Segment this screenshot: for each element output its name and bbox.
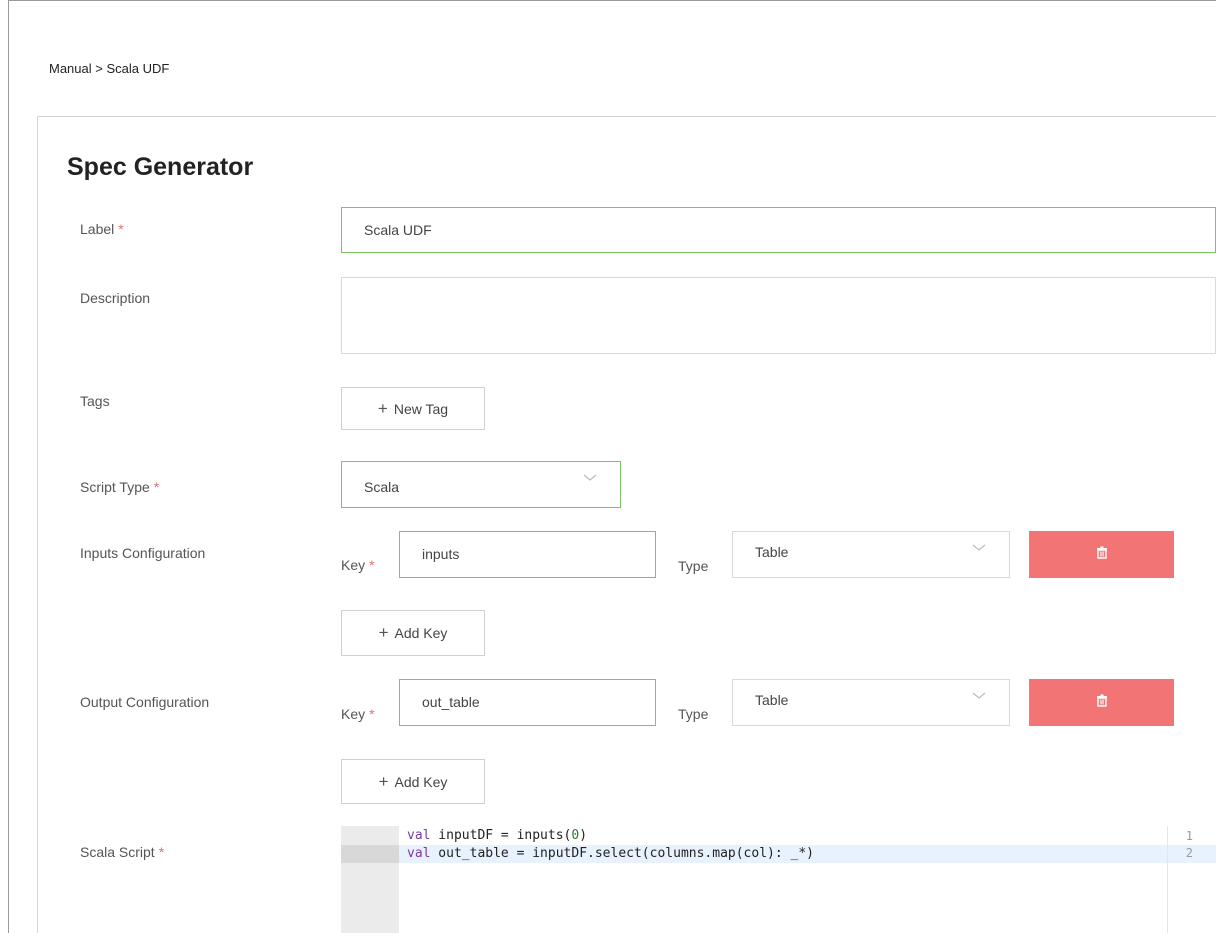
line-number: 1	[1185, 829, 1193, 843]
required-mark: *	[158, 844, 165, 860]
code-text: out_table = inputDF.select(columns.map(c…	[430, 846, 814, 861]
inputs-key-input[interactable]: inputs	[399, 531, 656, 578]
delete-output-key-button[interactable]	[1029, 679, 1174, 726]
delete-input-key-button[interactable]	[1029, 531, 1174, 578]
inputs-type-label: Type	[678, 558, 709, 574]
inputs-key-value: inputs	[422, 546, 460, 562]
inputs-add-key-label: Add Key	[394, 625, 448, 641]
chevron-down-icon	[971, 688, 987, 704]
active-line-gutter-highlight	[341, 845, 399, 863]
inputs-key-label-text: Key	[341, 557, 366, 573]
description-label: Description	[80, 290, 151, 306]
required-mark: *	[369, 557, 375, 573]
scala-script-editor[interactable]: 1 2 val inputDF = inputs(0) val out_tabl…	[341, 826, 1216, 933]
line-number: 2	[1185, 846, 1193, 860]
label-label-text: Label	[80, 221, 115, 237]
chevron-down-icon	[582, 470, 598, 486]
code-keyword: val	[407, 828, 431, 843]
inputs-key-label: Key *	[341, 557, 375, 573]
code-line: val out_table = inputDF.select(columns.m…	[407, 846, 814, 861]
outputs-type-value: Table	[755, 692, 789, 708]
inputs-type-select[interactable]: Table	[732, 531, 1010, 578]
code-keyword: val	[407, 846, 431, 861]
script-type-value: Scala	[364, 479, 400, 495]
plus-icon: +	[378, 771, 389, 791]
plus-icon: +	[377, 398, 388, 418]
label-input[interactable]: Scala UDF	[341, 207, 1216, 253]
outputs-add-key-label: Add Key	[394, 773, 448, 790]
label-input-value: Scala UDF	[364, 222, 432, 238]
inputs-add-key-button[interactable]: + Add Key	[341, 610, 485, 656]
page-title: Spec Generator	[67, 153, 254, 181]
outputs-key-value: out_table	[422, 694, 480, 710]
code-text: inputDF = inputs(	[430, 828, 572, 843]
outputs-key-label-text: Key	[341, 706, 366, 722]
required-mark: *	[153, 479, 160, 495]
script-type-label-text: Script Type	[80, 479, 150, 495]
code-text: )	[579, 828, 588, 843]
editor-gutter	[341, 826, 399, 933]
breadcrumb: Manual > Scala UDF	[49, 61, 170, 76]
outputs-type-select[interactable]: Table	[732, 679, 1010, 726]
scala-script-label-text: Scala Script	[80, 844, 155, 860]
plus-icon: +	[378, 623, 389, 642]
inputs-configuration-label: Inputs Configuration	[80, 545, 206, 561]
required-mark: *	[118, 221, 124, 237]
trash-icon	[1096, 694, 1108, 712]
inputs-type-value: Table	[755, 544, 789, 560]
outputs-key-input[interactable]: out_table	[399, 679, 656, 726]
code-line: val inputDF = inputs(0)	[407, 828, 587, 843]
new-tag-button-label: New Tag	[393, 400, 449, 417]
script-type-select[interactable]: Scala	[341, 461, 621, 508]
outputs-add-key-button[interactable]: + Add Key	[341, 759, 485, 804]
label-field-label: Label *	[80, 221, 124, 237]
tags-label: Tags	[80, 393, 110, 409]
outputs-type-label: Type	[678, 706, 709, 722]
print-margin	[1167, 826, 1168, 933]
output-configuration-label: Output Configuration	[80, 694, 210, 710]
new-tag-button[interactable]: + New Tag	[341, 387, 485, 430]
scala-script-label: Scala Script *	[80, 844, 164, 860]
chevron-down-icon	[971, 540, 987, 556]
script-type-label: Script Type *	[80, 479, 159, 495]
description-textarea[interactable]	[341, 277, 1216, 354]
required-mark: *	[369, 706, 375, 722]
trash-icon	[1096, 546, 1108, 564]
outputs-key-label: Key *	[341, 706, 375, 722]
